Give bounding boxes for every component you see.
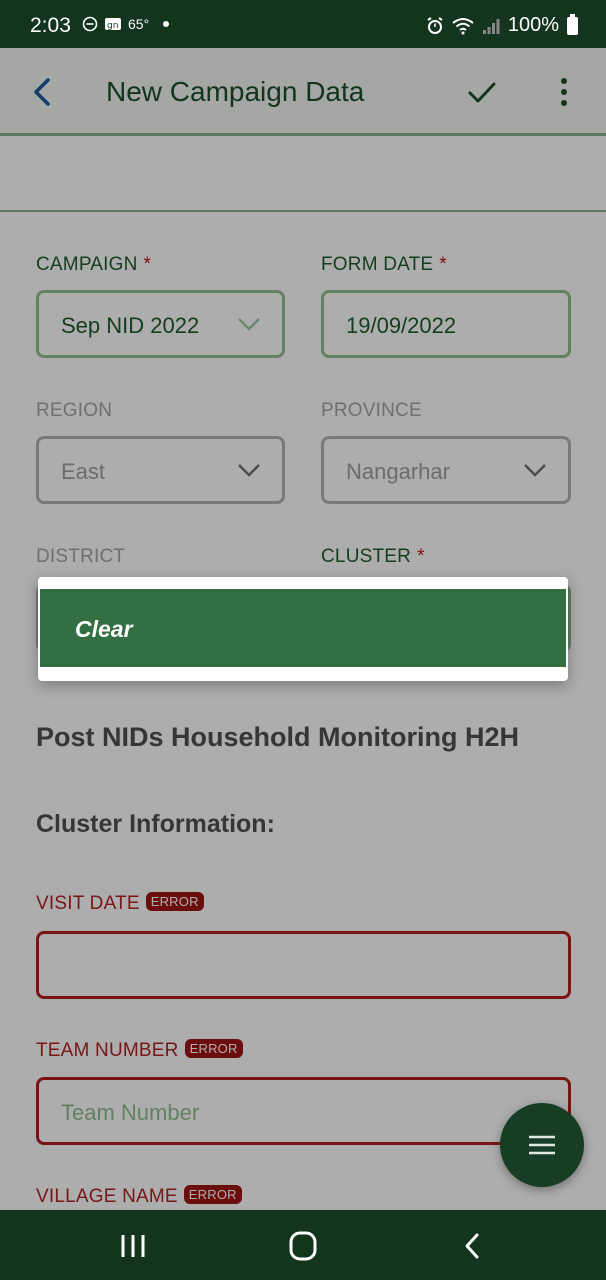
alarm-icon (427, 16, 443, 34)
menu-fab-button[interactable] (500, 1103, 584, 1187)
signal-icon (482, 18, 500, 34)
menu-item-clear[interactable]: Clear (40, 589, 566, 667)
wifi-icon (452, 17, 474, 34)
sync-icon: gn (105, 18, 121, 31)
dnd-icon (82, 16, 98, 32)
notification-dot-icon (163, 21, 170, 27)
popup-menu: Clear (38, 577, 568, 681)
svg-text:gn: gn (107, 21, 118, 31)
menu-icon (529, 1135, 555, 1155)
back-icon[interactable] (453, 1230, 493, 1262)
menu-item-label: Clear (75, 616, 133, 642)
temperature-text: 65° (128, 16, 150, 32)
system-nav-bar (0, 1210, 606, 1280)
battery-icon (567, 13, 578, 35)
home-icon[interactable] (283, 1230, 323, 1262)
recents-icon[interactable] (113, 1230, 153, 1262)
battery-percent: 100% (507, 14, 559, 36)
status-bar: 2:03 gn 65° 100% (0, 0, 606, 48)
status-time: 2:03 (30, 14, 71, 37)
